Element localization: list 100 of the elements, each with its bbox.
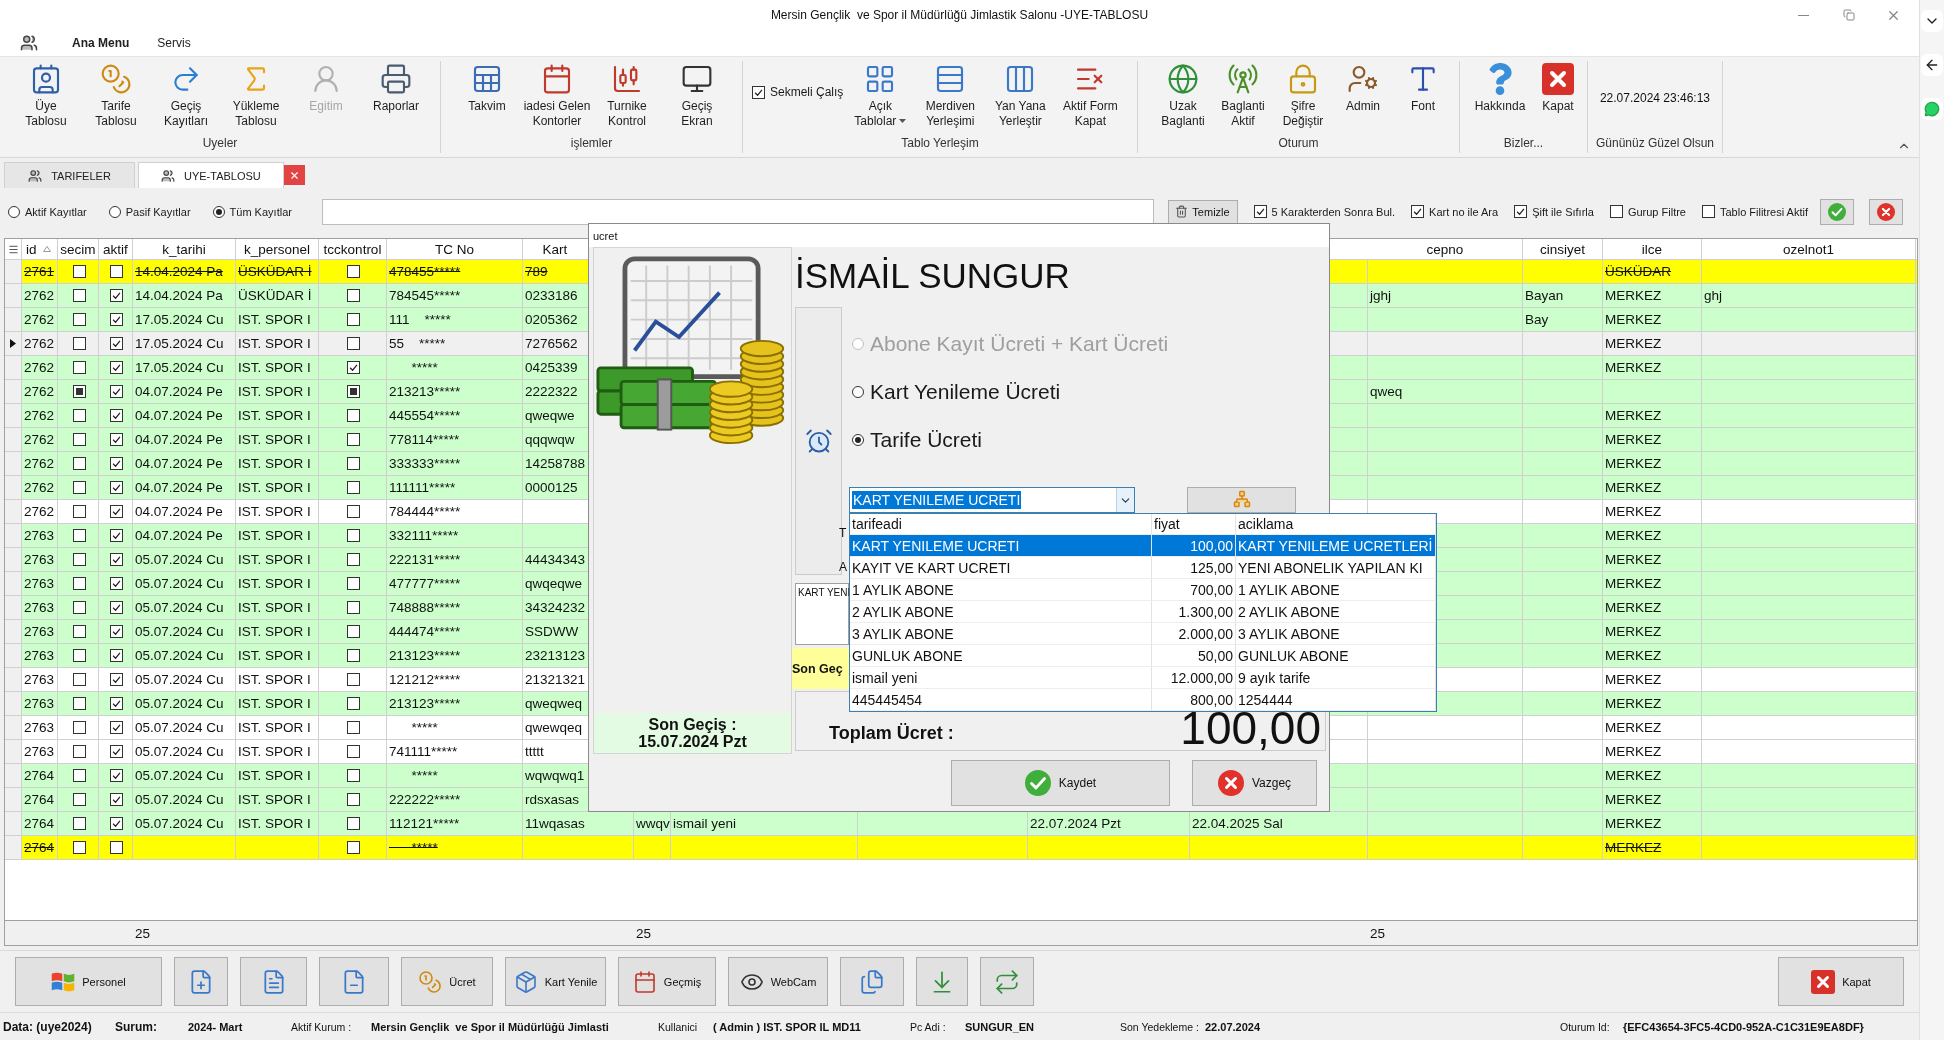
table-cell: ÜSKÜDAR — [1605, 264, 1671, 279]
table-cell: jghj — [1370, 288, 1391, 303]
table-cell: 22.07.2024 Pzt — [1030, 816, 1121, 831]
table-cell: 11wqasas — [525, 816, 585, 831]
table-cell: qwewqeq — [525, 720, 583, 735]
table-cell: 748888***** — [389, 600, 461, 615]
table-cell: 17.05.2024 Cu — [135, 312, 224, 327]
table-cell: MERKEZ — [1605, 672, 1662, 687]
total-amount: 100,00 — [1180, 708, 1321, 748]
table-cell: 14258788 — [525, 456, 586, 471]
table-cell: 2761 — [24, 264, 55, 279]
clock-text: 22.07.2024 23:46:13 — [1599, 90, 1711, 105]
table-cell: 22.04.2025 Sal — [1192, 816, 1283, 831]
table-cell: 2764 — [24, 768, 55, 783]
table-cell: 04.07.2024 Pe — [135, 432, 223, 447]
table-cell: MERKEZ — [1605, 768, 1662, 783]
table-cell: 2763 — [24, 552, 55, 567]
table-cell: 222222***** — [389, 792, 461, 807]
table-cell: 2762 — [24, 312, 55, 327]
status-text: Data: (uye2024) — [3, 1019, 92, 1034]
table-cell: ismail yeni — [673, 816, 737, 831]
status-text: Pc Adi : — [910, 1020, 946, 1033]
table-cell: qwqeqwe — [525, 576, 583, 591]
table-cell: 2762 — [24, 336, 55, 351]
table-cell: ghj — [1704, 288, 1722, 303]
table-cell: 333333***** — [389, 456, 461, 471]
table-cell: IST. SPOR I — [238, 312, 311, 327]
table-cell: 213123***** — [389, 696, 461, 711]
summary-cell: 25 — [636, 925, 652, 941]
table-cell: 2763 — [24, 744, 55, 759]
table-cell: 121212***** — [389, 672, 461, 687]
table-cell: MERKEZ — [1605, 456, 1662, 471]
table-cell: 2763 — [24, 528, 55, 543]
table-cell: 2222322 — [525, 384, 578, 399]
table-cell: MERKEZ — [1605, 744, 1662, 759]
table-cell: IST. SPOR I — [238, 384, 311, 399]
table-cell: 2764 — [24, 792, 55, 807]
table-cell: IST. SPOR I — [238, 432, 311, 447]
table-cell: 04.07.2024 Pe — [135, 408, 223, 423]
status-text: Surum: — [115, 1019, 157, 1034]
list-cell: 445445454 — [850, 689, 1152, 711]
table-cell: 0233186 — [525, 288, 578, 303]
table-cell: 05.07.2024 Cu — [135, 792, 224, 807]
table-cell: 213213***** — [389, 384, 461, 399]
group-label: işlemler — [570, 135, 613, 152]
table-cell: IST. SPOR I — [238, 360, 311, 375]
table-cell: 445554***** — [389, 408, 461, 423]
table-cell: MERKEZ — [1605, 552, 1662, 567]
table-cell: 05.07.2024 Cu — [135, 744, 224, 759]
table-cell: 784444***** — [389, 504, 461, 519]
table-cell: 55 ***** — [389, 336, 446, 351]
table-cell: MERKEZ — [1605, 720, 1662, 735]
table-cell: 112121***** — [389, 816, 460, 831]
table-cell: SSDWW — [525, 624, 579, 639]
table-cell: 2762 — [24, 288, 55, 303]
table-cell: 17.05.2024 Cu — [135, 336, 224, 351]
table-cell: IST. SPOR I — [238, 648, 311, 663]
table-cell: IST. SPOR I — [238, 336, 311, 351]
table-cell: MERKEZ — [1605, 288, 1662, 303]
table-cell: 05.07.2024 Cu — [135, 672, 224, 687]
table-cell: 213123***** — [389, 648, 461, 663]
table-cell: IST. SPOR I — [238, 408, 311, 423]
table-cell: 04.07.2024 Pe — [135, 480, 223, 495]
list-cell: 1254444 — [1236, 689, 1436, 711]
table-cell: IST. SPOR I — [238, 624, 311, 639]
table-cell: 0205362 — [525, 312, 578, 327]
table-cell: 05.07.2024 Cu — [135, 648, 224, 663]
table-cell: 04.07.2024 Pe — [135, 504, 223, 519]
table-cell-text: ***** — [410, 720, 438, 735]
group-label: Oturum — [1278, 135, 1319, 152]
table-cell: rdsxasas — [525, 792, 580, 807]
table-cell: MERKEZ — [1605, 480, 1662, 495]
table-cell: MERKEZ — [1605, 816, 1662, 831]
table-cell: IST. SPOR I — [238, 528, 311, 543]
table-cell: 222131***** — [389, 552, 461, 567]
table-cell: 17.05.2024 Cu — [135, 360, 224, 375]
status-text: ( Admin ) IST. SPOR IL MD11 — [713, 1020, 861, 1033]
table-cell: 2762 — [24, 408, 55, 423]
table-cell: 784545***** — [389, 288, 461, 303]
dialog-title: ucret — [593, 229, 618, 242]
table-cell: MERKEZ — [1605, 840, 1662, 855]
table-cell: 444474***** — [389, 624, 461, 639]
table-cell: MERKEZ — [1605, 408, 1662, 423]
table-cell: 04.07.2024 Pe — [135, 528, 223, 543]
table-cell: 05.07.2024 Cu — [135, 816, 224, 831]
table-cell: MERKEZ — [1605, 600, 1662, 615]
table-cell: IST. SPOR I — [238, 600, 311, 615]
table-cell: qweqwe — [525, 408, 575, 423]
table-cell: 2762 — [24, 456, 55, 471]
table-cell: 7276562 — [525, 336, 578, 351]
table-cell: 21321321 — [525, 672, 586, 687]
table-cell: 111111***** — [389, 480, 456, 495]
table-cell: 2762 — [24, 504, 55, 519]
table-cell: 2763 — [24, 600, 55, 615]
status-text: Oturum Id: — [1560, 1020, 1610, 1033]
table-cell: IST. SPOR I — [238, 816, 311, 831]
total-label: Toplam Ücret : — [829, 723, 954, 744]
table-cell: 05.07.2024 Cu — [135, 768, 224, 783]
table-cell-text: ***** — [410, 768, 438, 783]
table-cell: MERKEZ — [1605, 696, 1662, 711]
